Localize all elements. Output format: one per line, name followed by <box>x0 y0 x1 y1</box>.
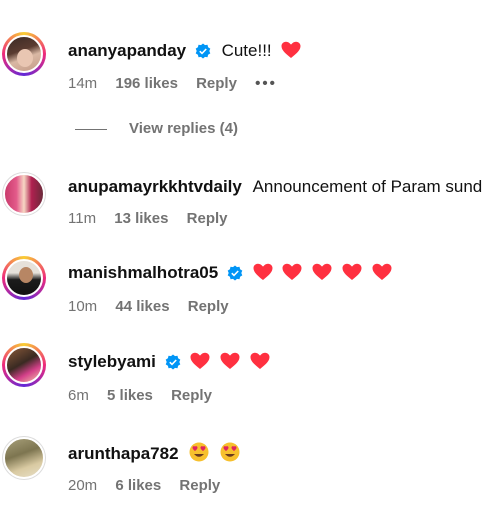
verified-badge-icon <box>195 43 211 65</box>
timestamp: 11m <box>68 210 97 227</box>
comment-item: arunthapa782 20m 6 likes Reply <box>0 436 500 516</box>
reply-button[interactable]: Reply <box>187 210 228 227</box>
reply-button[interactable]: Reply <box>171 387 212 404</box>
username[interactable]: ananyapanday <box>68 41 186 60</box>
red-heart-icon <box>281 41 301 65</box>
red-heart-icon <box>190 352 210 376</box>
timestamp: 6m <box>68 387 89 404</box>
red-heart-icon <box>312 263 332 287</box>
red-heart-icon <box>220 352 240 376</box>
reply-button[interactable]: Reply <box>188 298 229 315</box>
likes-count[interactable]: 13 likes <box>114 210 168 227</box>
comment-item: stylebyami 6m 5 likes Reply <box>0 343 500 423</box>
likes-count[interactable]: 196 likes <box>115 75 178 92</box>
verified-badge-icon <box>165 354 181 376</box>
red-heart-icon <box>250 352 270 376</box>
comment-item: ananyapanday Cute!!! 14m 196 likes Reply… <box>0 32 500 112</box>
username[interactable]: anupamayrkkhtvdaily <box>68 177 242 196</box>
username[interactable]: stylebyami <box>68 352 156 371</box>
smiling-face-with-heart-eyes-emoji <box>220 442 240 468</box>
likes-count[interactable]: 44 likes <box>115 298 169 315</box>
view-replies-label: View replies (4) <box>129 120 238 137</box>
more-options-icon[interactable]: ••• <box>255 75 277 92</box>
timestamp: 10m <box>68 298 98 315</box>
verified-badge-icon <box>227 265 243 287</box>
comment-text: Cute!!! <box>221 41 272 60</box>
red-heart-icon <box>282 263 302 287</box>
reply-button[interactable]: Reply <box>179 477 220 494</box>
timestamp: 14m <box>68 75 98 92</box>
avatar[interactable] <box>2 32 46 76</box>
timestamp: 20m <box>68 477 98 494</box>
comment-item: anupamayrkkhtvdaily Announcement of Para… <box>0 172 500 252</box>
username[interactable]: arunthapa782 <box>68 444 179 463</box>
avatar[interactable] <box>2 172 46 216</box>
red-heart-icon <box>253 263 273 287</box>
red-heart-icon <box>372 263 392 287</box>
red-heart-icon <box>342 263 362 287</box>
avatar[interactable] <box>2 256 46 300</box>
smiling-face-with-heart-eyes-emoji <box>189 442 209 468</box>
username[interactable]: manishmalhotra05 <box>68 263 218 282</box>
view-replies-button[interactable]: View replies (4) <box>75 120 238 137</box>
avatar[interactable] <box>2 436 46 480</box>
likes-count[interactable]: 5 likes <box>107 387 153 404</box>
divider-line <box>75 128 107 130</box>
avatar[interactable] <box>2 343 46 387</box>
likes-count[interactable]: 6 likes <box>115 477 161 494</box>
reply-button[interactable]: Reply <box>196 75 237 92</box>
comment-text: Announcement of Param sund <box>252 177 483 196</box>
comment-item: manishmalhotra05 10m 44 likes Reply <box>0 256 500 336</box>
